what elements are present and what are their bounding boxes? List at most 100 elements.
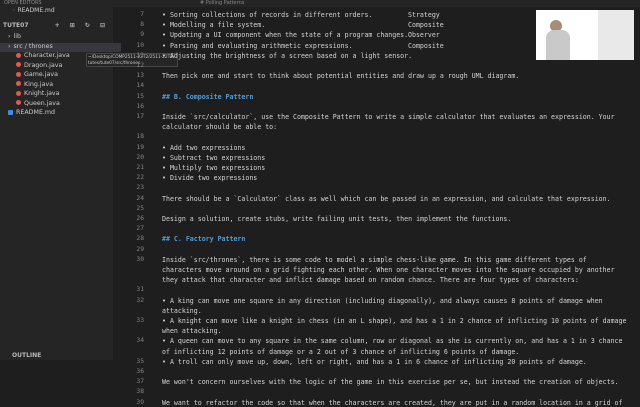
code-line: • Divide two expressions [162, 174, 258, 183]
code-line: Inside `src/thrones`, there is some code… [162, 255, 587, 264]
line-number: 21 [136, 164, 144, 171]
line-number: 27 [136, 225, 144, 233]
line-number: 37 [136, 378, 144, 386]
webcam-overlay [536, 10, 634, 60]
java-file-icon [16, 62, 21, 67]
tree-item[interactable]: Queen.java [0, 100, 129, 109]
line-number: 22 [136, 174, 144, 182]
code-line: There should be a `Calculator` class as … [162, 194, 611, 203]
tree-item-label: README.md [16, 109, 56, 116]
code-line: Design a solution, create stubs, write f… [162, 215, 512, 223]
pattern-column: Composite [408, 41, 444, 50]
code-line: • Parsing and evaluating arithmetic expr… [162, 41, 353, 50]
tree-item-label: Knight.java [24, 90, 60, 97]
tree-item[interactable]: › src / thrones [0, 42, 121, 52]
line-number: 8 [140, 21, 144, 29]
code-line: Inside `src/calculator`, use the Composi… [162, 113, 615, 121]
code-line: We won't concern ourselves with the logi… [162, 378, 619, 387]
tree-item-label: Dragon.java [24, 61, 63, 69]
line-number: 19 [136, 143, 144, 151]
line-number: 11 [136, 51, 144, 59]
chevron-right-icon: › [8, 42, 11, 50]
code-line: • A troll can only move up, down, left o… [162, 357, 587, 366]
chevron-right-icon: › [8, 33, 11, 40]
pattern-column: Observer [408, 31, 440, 40]
tree-item[interactable]: README.md [0, 109, 121, 118]
breadcrumb: # Polling Patterns [200, 0, 245, 6]
tree-item-label: King.java [24, 80, 54, 88]
tree-item-label: Queen.java [24, 99, 60, 107]
markdown-file-icon [8, 109, 13, 115]
line-number: 38 [136, 388, 144, 396]
line-number: 33 [136, 317, 144, 324]
code-line: • Adjusting the brightness of a screen b… [162, 51, 413, 60]
code-line: • A queen can move to any square in the … [162, 337, 623, 346]
tree-item[interactable]: Knight.java [0, 90, 129, 99]
webcam-background [598, 10, 634, 60]
code-line: Then pick one and start to think about p… [162, 72, 520, 81]
code-line: ## B. Composite Pattern [162, 92, 254, 101]
line-number: 36 [136, 368, 144, 375]
code-line: • A knight can move like a knight in che… [162, 317, 627, 325]
line-number: 23 [136, 184, 144, 192]
java-file-icon [16, 81, 21, 86]
java-file-icon [16, 90, 21, 96]
java-file-icon [16, 100, 21, 105]
line-number: 18 [136, 133, 144, 141]
line-number: 13 [136, 72, 144, 80]
line-number: 24 [136, 194, 144, 202]
line-number: 10 [136, 41, 144, 49]
line-number: 7 [140, 11, 144, 18]
line-number: 12 [136, 62, 144, 69]
tree-item[interactable]: › lib [0, 33, 121, 42]
code-line: calculator should be able to: [162, 123, 278, 132]
line-number: 16 [136, 102, 144, 110]
line-number: 32 [136, 296, 144, 304]
code-line: characters move around on a grid fightin… [162, 266, 615, 274]
code-line: • Subtract two expressions [162, 153, 266, 162]
outline-section[interactable]: OUTLINE [12, 352, 41, 359]
code-line: • Add two expressions [162, 143, 246, 152]
line-number: 20 [136, 153, 144, 161]
code-line: when attacking. [162, 327, 222, 336]
code-line: • Multiply two expressions [162, 164, 266, 172]
explorer-actions-icon[interactable]: + ⊞ ↻ ⊟ [55, 22, 109, 29]
java-file-icon [16, 71, 21, 77]
open-editors-title: OPEN EDITORS [4, 0, 42, 6]
code-line: • Modelling a file system. [162, 21, 266, 30]
line-number: 25 [136, 204, 144, 212]
explorer-sidebar: ◦ README.md TUTE07 + ⊞ ↻ ⊟ › lib › src / th… [0, 7, 178, 360]
presenter-body [546, 30, 570, 60]
line-number: 9 [140, 31, 144, 39]
code-line: • Sorting collections of records in diff… [162, 11, 373, 19]
java-file-icon [16, 52, 21, 58]
line-number: 17 [136, 113, 144, 120]
explorer-title: TUTE07 [3, 22, 29, 29]
line-number: 35 [136, 357, 144, 365]
line-number: 39 [136, 398, 144, 406]
code-line: • A king can move one square in any dire… [162, 296, 603, 305]
tree-item-label: src / thrones [13, 42, 53, 50]
tree-item[interactable]: Game.java [0, 71, 129, 80]
tree-item-label: Character.java [24, 52, 70, 59]
code-line: attacking. [162, 306, 202, 315]
line-number: 31 [136, 286, 144, 294]
line-number: 14 [136, 82, 144, 90]
tree-item-label: lib [13, 33, 22, 40]
code-line: ## C. Factory Pattern [162, 235, 246, 244]
line-number: 34 [136, 337, 144, 345]
line-number: 28 [136, 235, 144, 243]
explorer-header[interactable]: TUTE07 + ⊞ ↻ ⊟ [3, 22, 111, 31]
line-number: 15 [136, 92, 144, 100]
markdown-icon: ◦ [12, 7, 16, 14]
top-strip: OPEN EDITORS # Polling Patterns [0, 0, 640, 7]
line-number: 26 [136, 215, 144, 222]
open-editor-readme[interactable]: ◦ README.md [12, 7, 55, 14]
code-line: • Updating a UI component when the state… [162, 31, 409, 40]
pattern-column: Composite [408, 21, 444, 30]
tree-item[interactable]: King.java [0, 81, 129, 90]
line-number: 30 [136, 255, 144, 263]
open-editor-label: README.md [17, 7, 55, 14]
pattern-column: Strategy [408, 11, 440, 19]
code-line: We want to refactor the code so that whe… [162, 398, 623, 407]
